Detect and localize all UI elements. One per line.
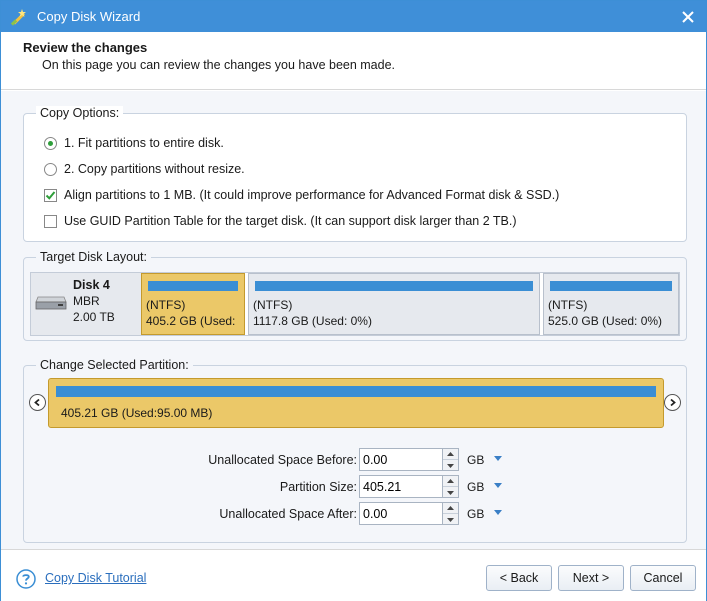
copy-without-resize-option[interactable]: 2. Copy partitions without resize.	[44, 160, 245, 178]
target-disk-layout-group: Target Disk Layout: Disk 4 MBR 2.00 TB (…	[23, 250, 687, 341]
unit-dropdown-icon[interactable]	[494, 456, 502, 461]
copy-without-resize-radio[interactable]	[44, 162, 57, 176]
disk-map-row: Disk 4 MBR 2.00 TB (NTFS) 405.2 GB (Used…	[30, 272, 680, 336]
disk-size: 2.00 TB	[73, 310, 115, 324]
partition-fs: (NTFS)	[253, 298, 293, 312]
page-title: Review the changes	[23, 40, 148, 55]
window-title: Copy Disk Wizard	[37, 9, 141, 24]
use-gpt-option[interactable]: Use GUID Partition Table for the target …	[44, 212, 517, 230]
fit-partitions-label: 1. Fit partitions to entire disk.	[64, 136, 224, 150]
close-button[interactable]	[676, 5, 700, 29]
page-subtitle: On this page you can review the changes …	[42, 58, 396, 72]
wizard-footer: Copy Disk Tutorial < Back Next > Cancel	[1, 549, 706, 601]
partition-size-input[interactable]	[359, 475, 443, 498]
unallocated-before-spinner	[442, 448, 459, 471]
change-partition-group: Change Selected Partition: 405.21 GB (Us…	[23, 358, 688, 543]
partition-size: 405.2 GB (Used:	[146, 314, 236, 328]
partition-block-1[interactable]: (NTFS) 405.2 GB (Used:	[141, 273, 245, 335]
wizard-header: Review the changes On this page you can …	[1, 32, 706, 90]
align-partitions-checkbox[interactable]	[44, 188, 57, 202]
spin-down-button[interactable]	[443, 460, 458, 471]
tutorial-link[interactable]: Copy Disk Tutorial	[45, 571, 146, 585]
title-bar: Copy Disk Wizard	[1, 1, 706, 32]
caret-down-icon	[447, 490, 454, 495]
partition-size-spinner	[442, 475, 459, 498]
disk-name: Disk 4	[73, 278, 110, 292]
spin-up-button[interactable]	[443, 503, 458, 514]
partition-usage-bar	[148, 281, 238, 291]
partition-usage-bar	[255, 281, 533, 291]
copy-options-group: Copy Options: 1. Fit partitions to entir…	[23, 106, 687, 242]
copy-without-resize-label: 2. Copy partitions without resize.	[64, 162, 245, 176]
target-disk-layout-label: Target Disk Layout:	[36, 250, 151, 264]
copy-disk-wizard-window: Copy Disk Wizard Review the changes On t…	[0, 0, 707, 601]
partition-fs: (NTFS)	[548, 298, 588, 312]
scroll-left-button[interactable]	[29, 394, 46, 411]
back-button[interactable]: < Back	[486, 565, 552, 591]
scroll-right-button[interactable]	[664, 394, 681, 411]
partition-block-3[interactable]: (NTFS) 525.0 GB (Used: 0%)	[543, 273, 679, 335]
partition-usage-bar	[550, 281, 672, 291]
chevron-left-icon	[34, 398, 40, 407]
selected-partition-info: 405.21 GB (Used:95.00 MB)	[61, 406, 213, 420]
help-icon[interactable]	[16, 569, 36, 589]
next-button[interactable]: Next >	[558, 565, 624, 591]
caret-down-icon	[447, 517, 454, 522]
caret-down-icon	[447, 463, 454, 468]
partition-size-row: Partition Size: GB	[24, 475, 688, 499]
partition-size: 525.0 GB (Used: 0%)	[548, 314, 663, 328]
partition-block-2[interactable]: (NTFS) 1117.8 GB (Used: 0%)	[248, 273, 540, 335]
unit-label: GB	[467, 453, 485, 467]
spin-down-button[interactable]	[443, 514, 458, 525]
close-icon	[682, 11, 694, 23]
disk-info[interactable]: Disk 4 MBR 2.00 TB	[31, 273, 141, 335]
align-partitions-label: Align partitions to 1 MB. (It could impr…	[64, 188, 560, 202]
unallocated-after-row: Unallocated Space After: GB	[24, 502, 688, 526]
unallocated-after-spinner	[442, 502, 459, 525]
unallocated-after-input[interactable]	[359, 502, 443, 525]
fit-partitions-option[interactable]: 1. Fit partitions to entire disk.	[44, 134, 224, 152]
spin-up-button[interactable]	[443, 449, 458, 460]
chevron-right-icon	[670, 398, 676, 407]
caret-up-icon	[447, 479, 454, 483]
hard-disk-icon	[35, 296, 67, 310]
selected-partition-resizer[interactable]: 405.21 GB (Used:95.00 MB)	[48, 378, 664, 428]
unallocated-before-input[interactable]	[359, 448, 443, 471]
unit-dropdown-icon[interactable]	[494, 510, 502, 515]
spin-up-button[interactable]	[443, 476, 458, 487]
unit-label: GB	[467, 480, 485, 494]
unallocated-after-label: Unallocated Space After:	[219, 507, 357, 521]
align-partitions-option[interactable]: Align partitions to 1 MB. (It could impr…	[44, 186, 559, 204]
caret-up-icon	[447, 506, 454, 510]
selected-partition-bar[interactable]	[56, 386, 656, 397]
caret-up-icon	[447, 452, 454, 456]
unallocated-before-row: Unallocated Space Before: GB	[24, 448, 688, 472]
change-partition-label: Change Selected Partition:	[36, 358, 193, 372]
copy-options-label: Copy Options:	[36, 106, 124, 120]
partition-size-label: Partition Size:	[279, 480, 357, 494]
spin-down-button[interactable]	[443, 487, 458, 498]
use-gpt-checkbox[interactable]	[44, 214, 57, 228]
partition-size: 1117.8 GB (Used: 0%)	[253, 314, 372, 328]
use-gpt-label: Use GUID Partition Table for the target …	[64, 214, 517, 228]
fit-partitions-radio[interactable]	[44, 136, 57, 150]
unallocated-before-label: Unallocated Space Before:	[208, 453, 357, 467]
unit-label: GB	[467, 507, 485, 521]
unit-dropdown-icon[interactable]	[494, 483, 502, 488]
partition-fs: (NTFS)	[146, 298, 186, 312]
wizard-wand-icon	[10, 9, 26, 26]
cancel-button[interactable]: Cancel	[630, 565, 696, 591]
check-icon	[45, 190, 56, 200]
disk-type: MBR	[73, 294, 100, 308]
